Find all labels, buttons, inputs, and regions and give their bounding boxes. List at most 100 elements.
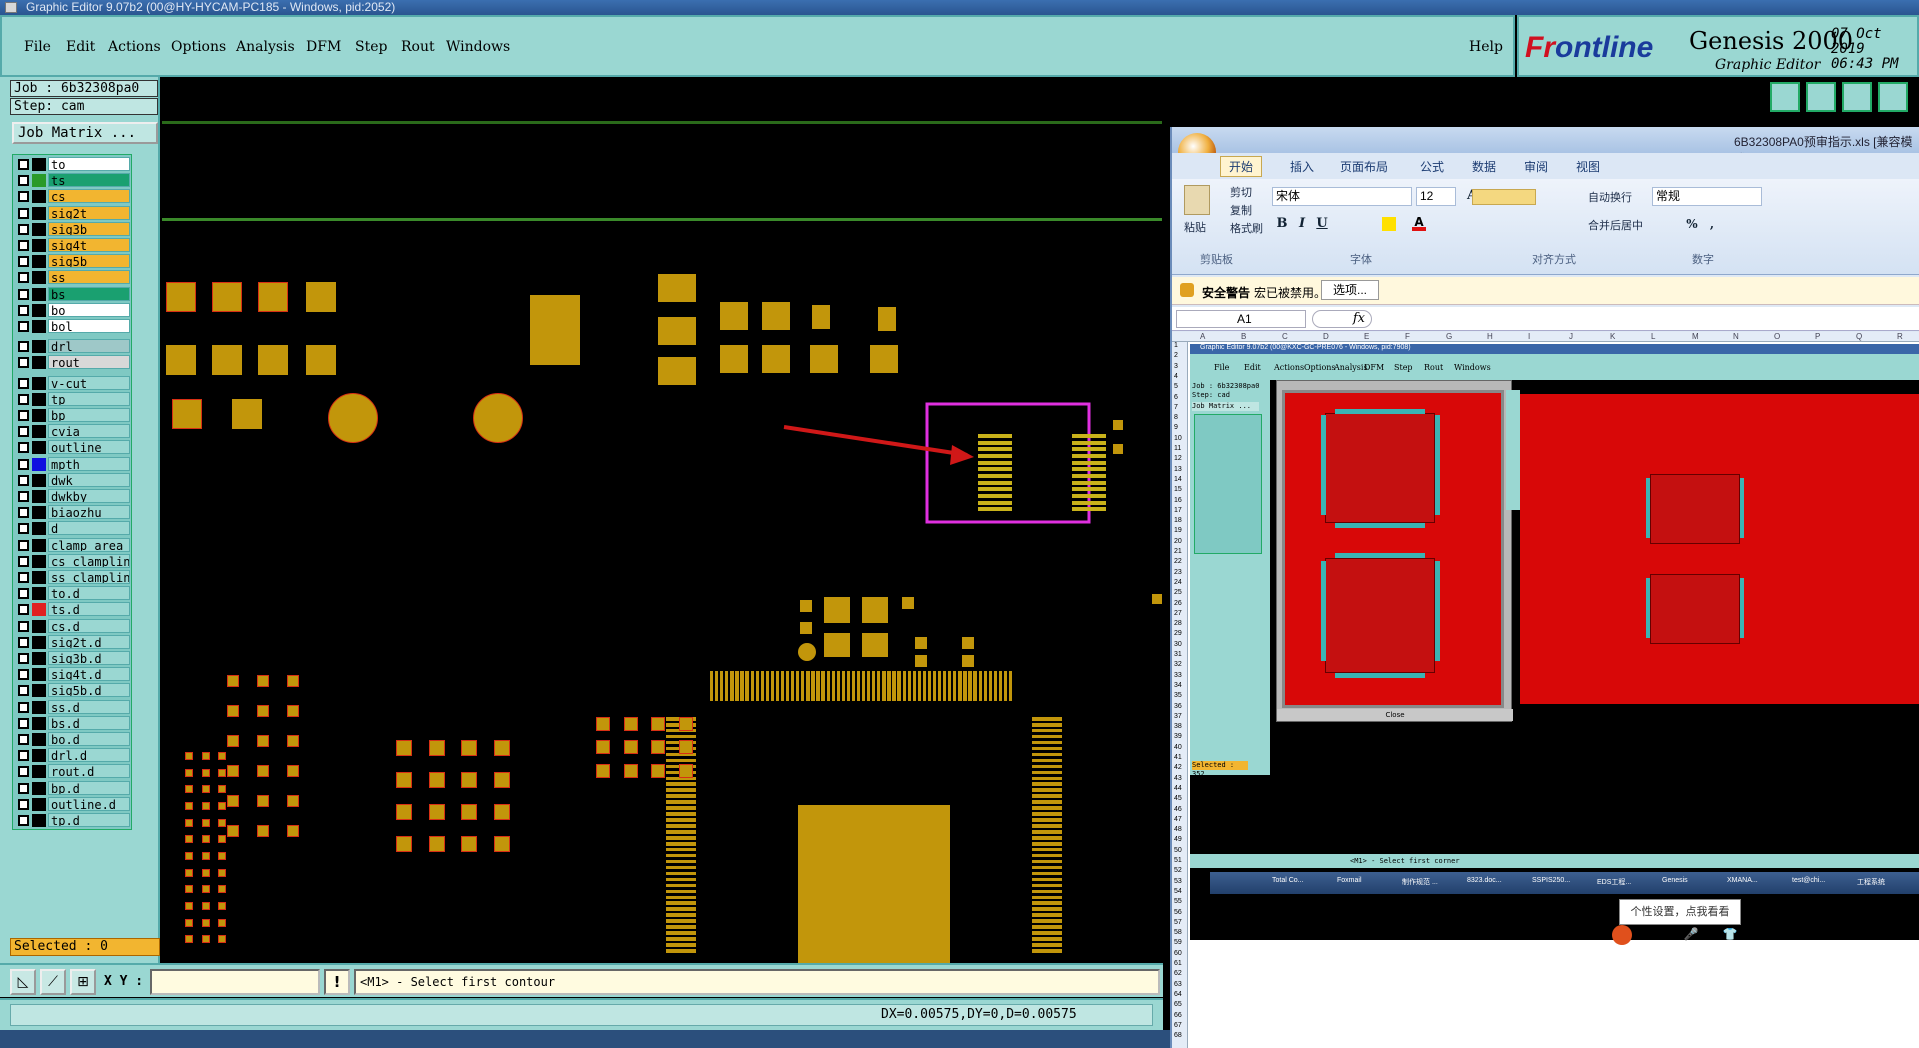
row-header[interactable]: 35 [1174,692,1182,699]
grid-tool-icon[interactable]: ⊞ [70,969,96,995]
layer-color-swatch[interactable] [32,255,46,269]
row-header[interactable]: 41 [1174,754,1182,761]
layer-checkbox[interactable] [18,717,29,729]
row-header[interactable]: 55 [1174,898,1182,905]
row-header[interactable]: 53 [1174,878,1182,885]
menu-options[interactable]: Options [171,39,226,55]
layer-row-dwkby[interactable]: dwkby [13,489,131,503]
layer-color-swatch[interactable] [32,797,46,811]
layer-color-swatch[interactable] [32,684,46,698]
layer-name[interactable]: ss.d [48,699,130,714]
layer-checkbox[interactable] [18,782,29,794]
layer-color-swatch[interactable] [32,222,46,236]
row-header[interactable]: 56 [1174,909,1182,916]
layer-checkbox[interactable] [18,458,29,470]
layer-color-swatch[interactable] [32,271,46,285]
layer-row-drl-d[interactable]: drl.d [13,748,131,763]
row-header[interactable]: 11 [1174,445,1181,452]
row-header[interactable]: 30 [1174,641,1182,648]
layer-row-bp[interactable]: bp [13,408,131,422]
layer-checkbox[interactable] [18,256,29,268]
row-header[interactable]: 14 [1174,476,1182,483]
layer-row-sig3b-d[interactable]: sig3b.d [13,651,131,665]
row-header[interactable]: 67 [1174,1022,1182,1029]
sogou-ime-icon[interactable] [1612,925,1632,945]
layer-color-swatch[interactable] [32,587,46,601]
layer-name[interactable]: drl.d [48,748,130,763]
layer-row-sig3b[interactable]: sig3b [13,221,131,236]
row-header[interactable]: 16 [1174,497,1182,504]
layer-row-sig4t[interactable]: sig4t [13,238,131,252]
layer-checkbox[interactable] [18,240,29,251]
row-header[interactable]: 33 [1174,672,1182,679]
row-header[interactable]: 24 [1174,579,1182,586]
column-header[interactable]: O [1774,332,1780,341]
layer-name[interactable]: cs [48,189,130,204]
layer-name[interactable]: sig3b.d [48,651,130,665]
layer-color-swatch[interactable] [32,206,46,220]
layer-checkbox[interactable] [18,321,29,332]
layer-name[interactable]: ts [48,173,130,188]
format-painter-button[interactable]: 格式刷 [1230,220,1263,236]
row-header[interactable]: 39 [1174,733,1182,740]
layer-color-swatch[interactable] [32,522,46,536]
layer-row-mpth[interactable]: mpth [13,456,131,471]
row-header[interactable]: 62 [1174,970,1182,977]
layer-name[interactable]: clamp_area [48,537,130,552]
row-header[interactable]: 49 [1174,836,1182,843]
layer-color-swatch[interactable] [32,490,46,503]
layer-color-swatch[interactable] [32,190,46,204]
layer-name[interactable]: outline.d [48,796,130,811]
tab-formulas[interactable]: 公式 [1420,158,1444,175]
layer-color-swatch[interactable] [32,425,46,439]
layer-row-rout[interactable]: rout [13,355,131,370]
column-header[interactable]: B [1241,332,1246,341]
layer-name[interactable]: bp [48,408,130,422]
row-header[interactable]: 52 [1174,867,1182,874]
tab-review[interactable]: 审阅 [1524,158,1548,175]
layer-checkbox[interactable] [18,288,29,300]
layer-row-ts[interactable]: ts [13,173,131,188]
layer-color-swatch[interactable] [32,506,46,520]
italic-button[interactable]: I [1292,215,1312,233]
row-header[interactable]: 50 [1174,847,1182,854]
system-menu-icon[interactable] [5,2,17,13]
row-header[interactable]: 58 [1174,929,1182,936]
row-header[interactable]: 34 [1174,682,1182,689]
layer-color-swatch[interactable] [32,635,46,649]
row-header[interactable]: 32 [1174,661,1182,668]
layer-name[interactable]: mpth [48,456,130,471]
menu-windows[interactable]: Windows [446,39,510,55]
layer-row-to-d[interactable]: to.d [13,586,131,601]
layer-color-swatch[interactable] [32,287,46,301]
layer-checkbox[interactable] [18,159,29,170]
layer-name[interactable]: bo.d [48,732,130,746]
row-header[interactable]: 38 [1174,723,1182,730]
layer-row-sig2t[interactable]: sig2t [13,205,131,220]
layer-name[interactable]: to [48,157,130,171]
layer-row-bo[interactable]: bo [13,302,131,317]
layer-color-swatch[interactable] [32,668,46,682]
layer-color-swatch[interactable] [32,239,46,252]
layer-name[interactable]: sig4t.d [48,667,130,682]
column-header[interactable]: I [1528,332,1530,341]
row-header[interactable]: 17 [1174,507,1182,514]
layer-row-ts-d[interactable]: ts.d [13,602,131,617]
layer-name[interactable]: sig3b [48,221,130,236]
layer-color-swatch[interactable] [32,781,46,795]
layer-row-cs-clampline[interactable]: cs_clampline [13,553,131,568]
layer-checkbox[interactable] [18,507,29,519]
xy-input[interactable] [150,969,320,995]
layer-color-swatch[interactable] [32,320,46,333]
layer-row-cs-d[interactable]: cs.d [13,618,131,633]
layer-row-ss[interactable]: ss [13,270,131,285]
font-color-icon[interactable]: A [1412,216,1426,231]
menu-file[interactable]: File [24,39,51,55]
row-header[interactable]: 5 [1174,383,1178,390]
row-header[interactable]: 6 [1174,394,1178,401]
layer-name[interactable]: sig5b.d [48,683,130,698]
layer-checkbox[interactable] [18,357,29,369]
layer-color-swatch[interactable] [32,441,46,455]
row-header[interactable]: 20 [1174,538,1182,545]
layer-checkbox[interactable] [18,588,29,600]
